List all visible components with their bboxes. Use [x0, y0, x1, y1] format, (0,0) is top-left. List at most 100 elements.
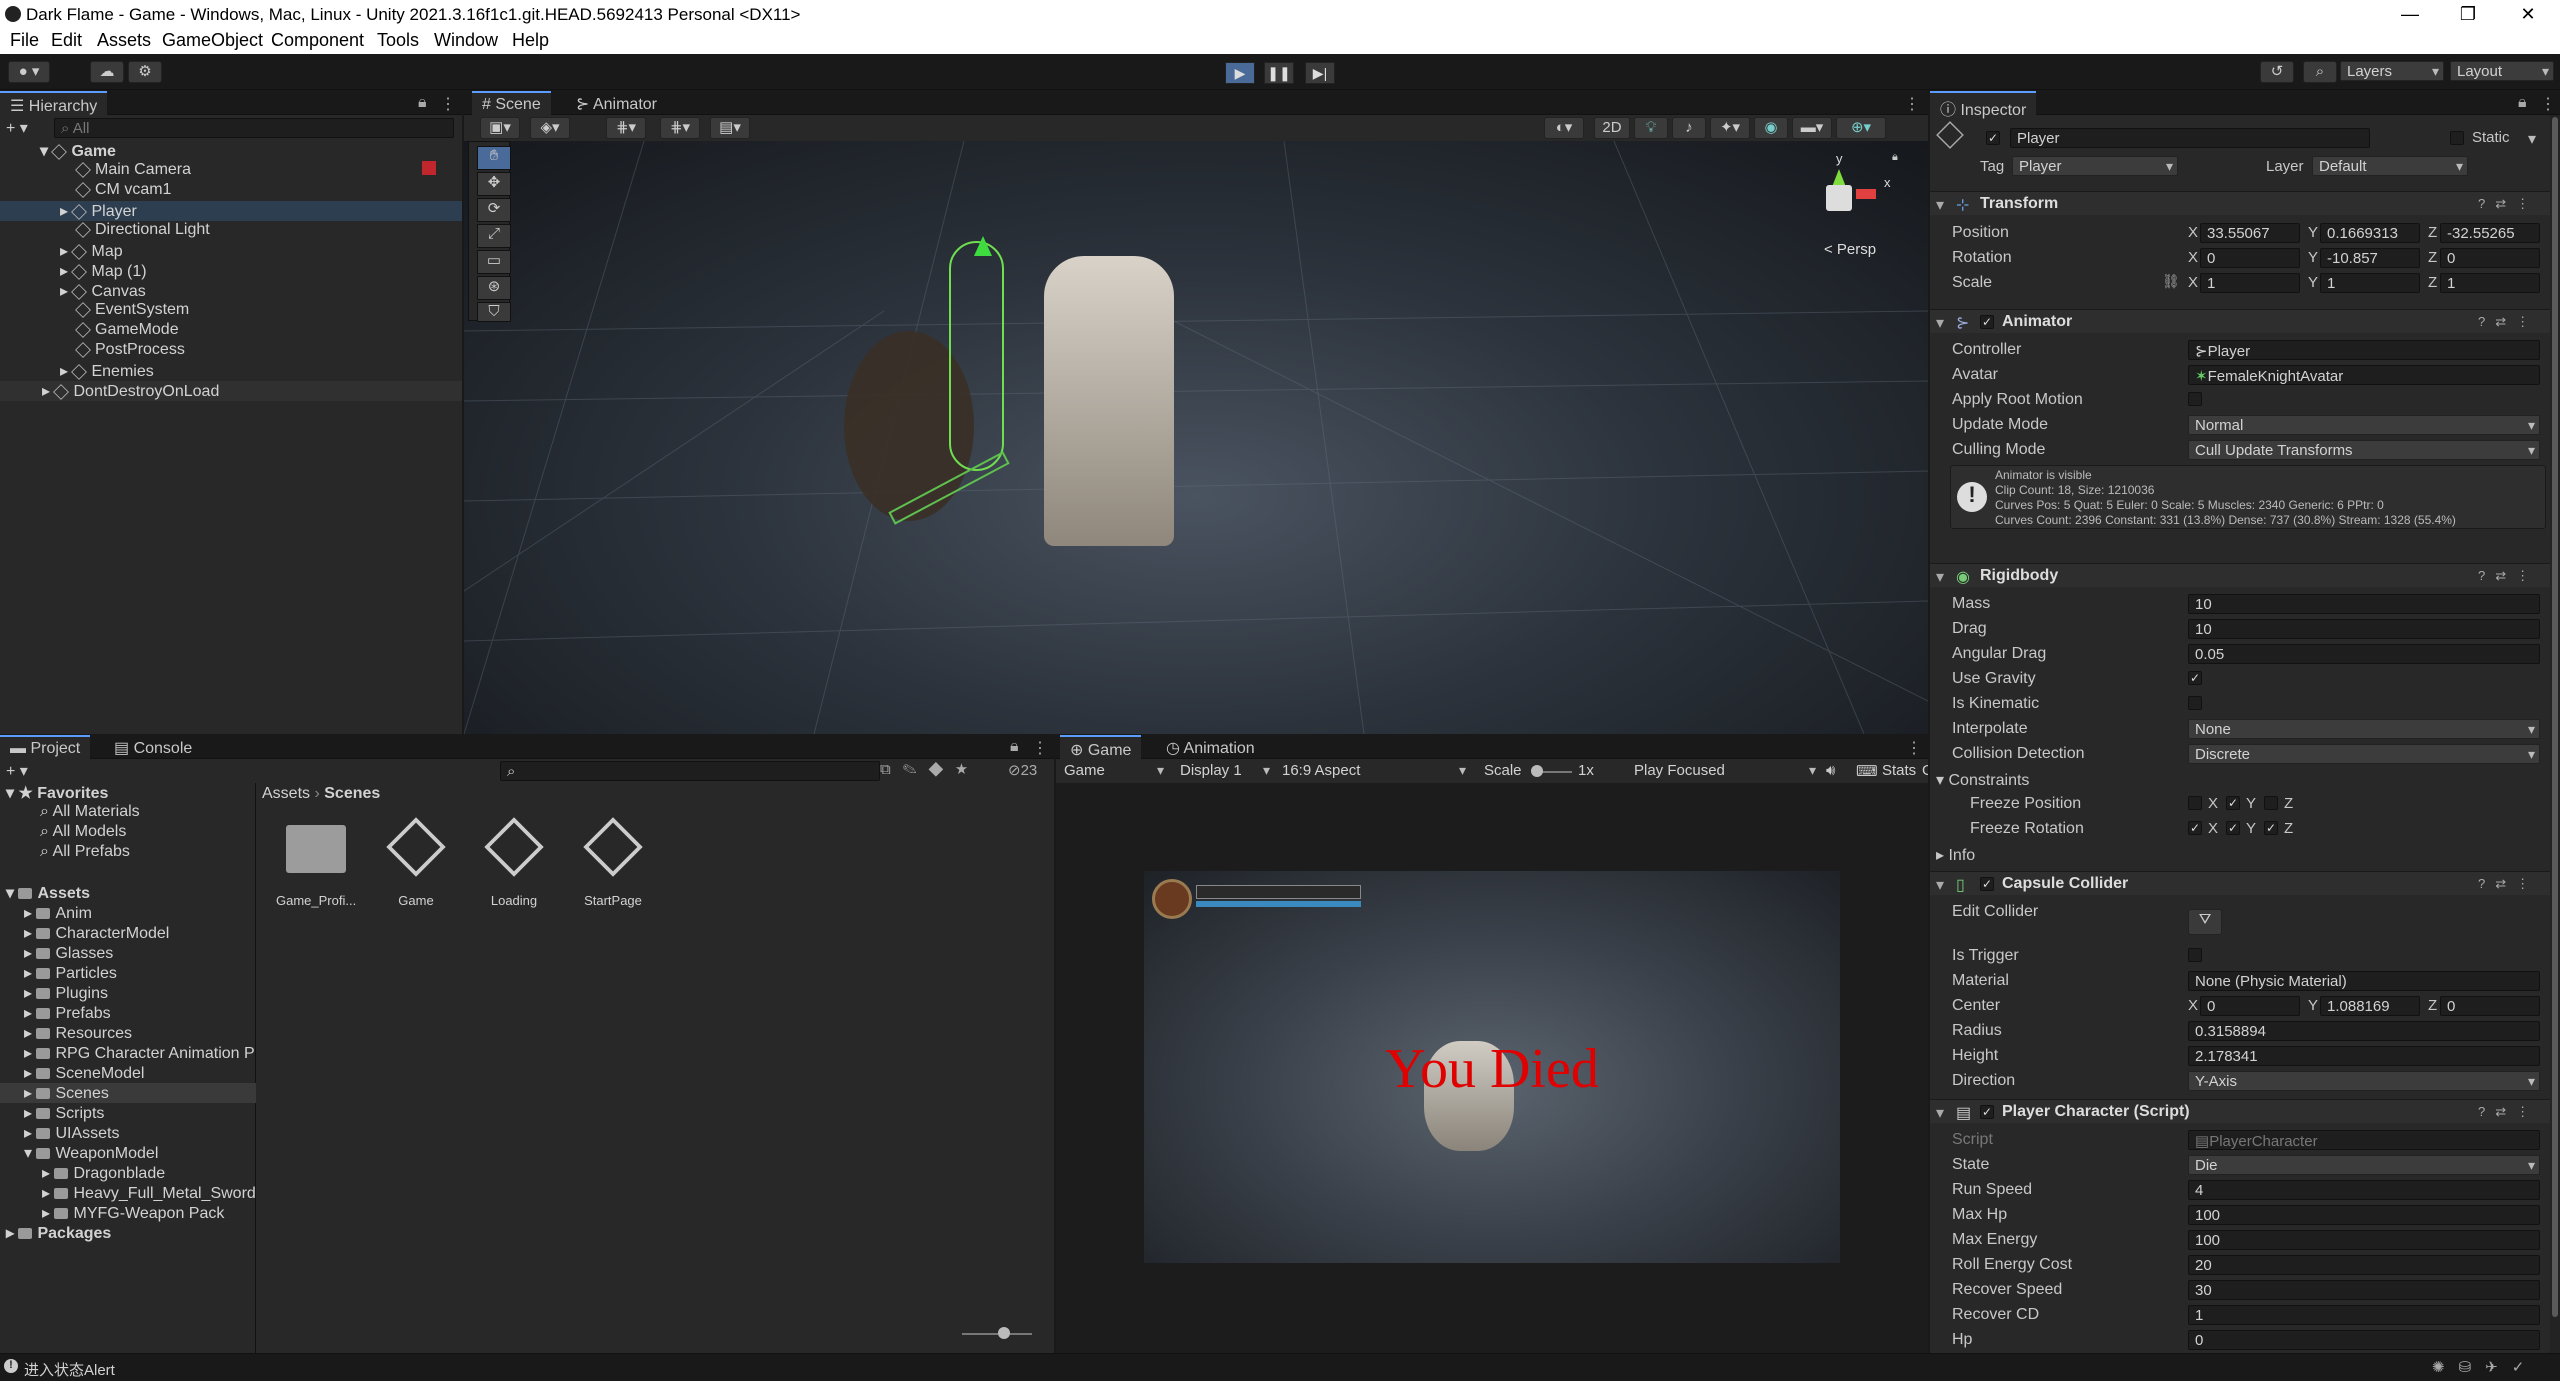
collab-icon[interactable]: ⚙ [128, 61, 162, 83]
folder-myfg-weapon-pack[interactable]: ▸ MYFG-Weapon Pack [42, 1203, 224, 1223]
tab-animator[interactable]: ⊱ Animator [566, 91, 667, 115]
hierarchy-item-gamemode[interactable]: GameMode [75, 321, 179, 341]
foldout-arrow-icon[interactable]: ▾ [1936, 567, 1944, 587]
asset-game-profiles[interactable]: Game_Profi... [276, 825, 356, 908]
constraints-foldout[interactable]: ▾ Constraints [1936, 770, 2029, 790]
folder-glasses[interactable]: ▸ Glasses [24, 943, 113, 963]
menu-edit[interactable]: Edit [51, 30, 82, 51]
animator-enabled-checkbox[interactable]: ✓ [1980, 315, 1994, 329]
effects-button[interactable]: ✦▾ [1710, 117, 1750, 139]
static-dropdown-arrow-icon[interactable]: ▾ [2528, 129, 2536, 149]
gizmo-lock-icon[interactable]: 🔒︎ [1892, 151, 1898, 164]
asset-game[interactable]: Game [376, 817, 456, 908]
hierarchy-item-main-camera[interactable]: Main Camera [75, 161, 191, 181]
icon-size-slider-thumb[interactable] [998, 1327, 1010, 1339]
hierarchy-item-cm-vcam1[interactable]: CM vcam1 [75, 181, 171, 201]
tab-scene[interactable]: # Scene [472, 91, 551, 115]
favorites-all-materials[interactable]: ⌕ All Materials [40, 803, 140, 823]
game-view-dropdown[interactable]: Game [1058, 761, 1168, 781]
position-z-field[interactable]: -32.55265 [2440, 223, 2540, 243]
position-x-field[interactable]: 33.55067 [2200, 223, 2300, 243]
camera-button[interactable]: ▬▾ [1792, 117, 1832, 139]
tab-animation[interactable]: ◷ Animation [1156, 735, 1265, 759]
freeze-pos-z-checkbox[interactable] [2264, 796, 2278, 810]
tab-hierarchy[interactable]: ☰ Hierarchy [0, 91, 108, 115]
hierarchy-item-enemies[interactable]: ▸ Enemies [60, 361, 154, 381]
mass-field[interactable]: 10 [2188, 594, 2540, 614]
add-button[interactable]: + ▾ [6, 118, 28, 138]
more-icon[interactable]: ⋮ [2540, 94, 2556, 114]
foldout-arrow-icon[interactable]: ▾ [1936, 1103, 1944, 1123]
folder-scripts[interactable]: ▸ Scripts [24, 1103, 104, 1123]
stats-button[interactable]: Stats [1882, 762, 1916, 779]
favorites-item[interactable]: ▾ ★ Favorites [6, 783, 108, 803]
layers-dropdown[interactable]: Layers [2340, 61, 2444, 81]
more-icon[interactable]: ⋮ [440, 94, 456, 114]
minimize-button[interactable]: — [2390, 2, 2430, 26]
display-dropdown[interactable]: Display 1 [1174, 761, 1274, 781]
orientation-gizmo[interactable]: y x 🔒︎ [1814, 151, 1904, 231]
project-filter-icons[interactable]: ⧉✎◆★ [880, 761, 980, 778]
capsule-collider-header[interactable]: ▾ ▯ ✓ Capsule Collider ?⇄⋮ [1930, 871, 2560, 895]
player-character-header[interactable]: ▾ ▤ ✓ Player Character (Script) ?⇄⋮ [1930, 1099, 2560, 1123]
freeze-rot-z-checkbox[interactable]: ✓ [2264, 821, 2278, 835]
object-name-field[interactable]: Player [2010, 128, 2370, 148]
custom-tool-icon[interactable]: ⛉ [477, 302, 511, 322]
foldout-arrow-icon[interactable]: ▾ [1936, 313, 1944, 333]
scrollbar-thumb[interactable] [2552, 117, 2558, 1317]
animator-header[interactable]: ▾ ⊱ ✓ Animator ?⇄⋮ [1930, 309, 2560, 333]
step-button[interactable]: ▶| [1305, 62, 1335, 84]
hierarchy-item-postprocess[interactable]: PostProcess [75, 341, 185, 361]
scale-x-field[interactable]: 1 [2200, 273, 2300, 293]
scene-viewport[interactable]: ✋︎ ✥ ⟳ ⤢ ▭ ⊛ ⛉ y x 🔒︎ < Persp [464, 141, 1928, 734]
gizmos-button[interactable]: ⊕▾ [1836, 117, 1886, 139]
folder-uiassets[interactable]: ▸ UIAssets [24, 1123, 120, 1143]
aspect-dropdown[interactable]: 16:9 Aspect [1276, 761, 1470, 781]
folder-dragonblade[interactable]: ▸ Dragonblade [42, 1163, 165, 1183]
status-message[interactable]: 进入状态Alert [24, 1359, 115, 1380]
hierarchy-item-map[interactable]: ▸ Map [60, 241, 123, 261]
menu-gameobject[interactable]: GameObject [162, 30, 263, 51]
pause-button[interactable]: ❚❚ [1264, 62, 1294, 84]
info-foldout[interactable]: ▸ Info [1936, 845, 1975, 865]
scale-y-field[interactable]: 1 [2320, 273, 2420, 293]
component-header-icons[interactable]: ?⇄⋮ [2478, 568, 2539, 584]
component-header-icons[interactable]: ?⇄⋮ [2478, 1104, 2539, 1120]
hierarchy-item-eventsystem[interactable]: EventSystem [75, 301, 189, 321]
menu-component[interactable]: Component [271, 30, 364, 51]
avatar-field[interactable]: ✶FemaleKnightAvatar [2188, 365, 2540, 385]
game-viewport[interactable]: You Died [1144, 871, 1840, 1263]
freeze-rot-y-checkbox[interactable]: ✓ [2226, 821, 2240, 835]
active-checkbox[interactable]: ✓ [1986, 131, 2000, 145]
static-checkbox[interactable] [2450, 131, 2464, 145]
folder-rpg-character-animation[interactable]: ▸ RPG Character Animation P [24, 1043, 256, 1063]
tab-project[interactable]: ▬ Project [0, 735, 91, 759]
recover-speed-field[interactable]: 30 [2188, 1280, 2540, 1300]
rotate-tool-icon[interactable]: ⟳ [477, 198, 511, 222]
move-tool-icon[interactable]: ✥ [477, 172, 511, 196]
lighting-toggle-icon[interactable]: 💡︎ [1634, 117, 1668, 139]
roll-energy-cost-field[interactable]: 20 [2188, 1255, 2540, 1275]
center-y-field[interactable]: 1.088169 [2320, 996, 2420, 1016]
folder-scenemodel[interactable]: ▸ SceneModel [24, 1063, 144, 1083]
position-y-field[interactable]: 0.1669313 [2320, 223, 2420, 243]
menu-tools[interactable]: Tools [377, 30, 419, 51]
render-mode-button[interactable]: ◈▾ [530, 117, 570, 139]
tag-dropdown[interactable]: Player [2012, 156, 2178, 176]
rotation-y-field[interactable]: -10.857 [2320, 248, 2420, 268]
icon-size-slider[interactable] [962, 1333, 1032, 1335]
cloud-icon[interactable]: ☁ [90, 61, 124, 83]
search-icon[interactable]: ⌕ [2303, 61, 2337, 83]
rotation-z-field[interactable]: 0 [2440, 248, 2540, 268]
is-kinematic-checkbox[interactable] [2188, 696, 2202, 710]
mute-audio-icon[interactable]: 🔊︎ [1826, 762, 1835, 779]
grid-snap-button[interactable]: ⋕▾ [606, 117, 646, 139]
scale-tool-icon[interactable]: ⤢ [477, 224, 511, 248]
radius-field[interactable]: 0.3158894 [2188, 1021, 2540, 1041]
assets-root-item[interactable]: ▾ Assets [6, 883, 90, 903]
foldout-arrow-icon[interactable]: ▾ [1936, 195, 1944, 215]
scale-slider-thumb[interactable] [1531, 765, 1543, 777]
apply-root-motion-checkbox[interactable] [2188, 392, 2202, 406]
edit-collider-button[interactable]: ⛛ [2188, 909, 2222, 935]
draw-mode-button[interactable]: ▣▾ [480, 117, 520, 139]
